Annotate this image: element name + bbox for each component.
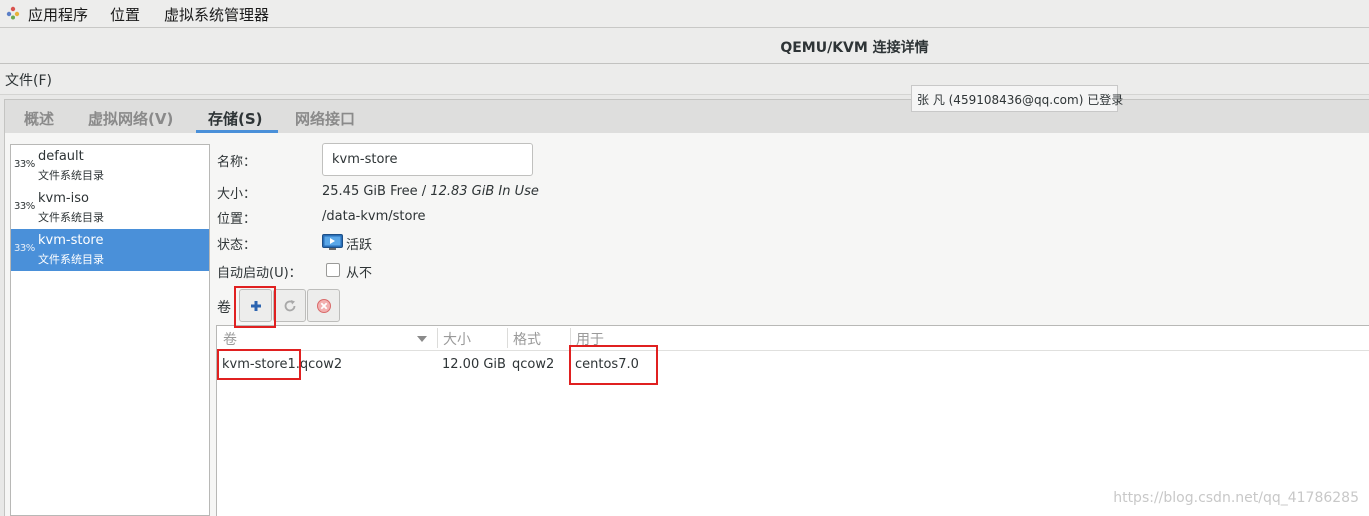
pool-item-kvm-store[interactable]: 33% kvm-store 文件系统目录 [11,229,209,271]
active-state-icon [322,234,343,250]
annotation-box-add [234,286,276,328]
pool-usage-icon: 33% [14,243,35,254]
pool-name: kvm-store [38,233,104,248]
pool-type: 文件系统目录 [38,253,104,266]
volumes-table-header: 卷 大小 格式 用于 [217,326,1369,351]
watermark-text: https://blog.csdn.net/qq_41786285 [1113,490,1359,506]
tab-virtual-networks[interactable]: 虚拟网络(V) [88,108,173,129]
pool-name: kvm-iso [38,191,89,206]
tab-storage[interactable]: 存储(S) [208,108,263,129]
window-title-bar: QEMU/KVM 连接详情 [0,28,1369,64]
volume-format: qcow2 [512,357,555,372]
pool-usage-icon: 33% [14,201,35,212]
pool-usage-icon: 33% [14,159,35,170]
column-header-format[interactable]: 格式 [513,329,541,349]
size-label: 大小： [217,187,257,202]
location-value: /data-kvm/store [322,209,426,224]
pool-item-default[interactable]: 33% default 文件系统目录 [11,145,209,187]
system-top-bar: 应用程序 位置 虚拟系统管理器 [0,0,1369,28]
column-separator [437,328,438,348]
location-label: 位置： [217,212,257,227]
annotation-box-used-by [569,345,658,385]
pool-name-field[interactable]: kvm-store [322,143,533,176]
refresh-volumes-button[interactable] [273,289,306,322]
annotation-box-volume [217,349,301,380]
pool-name: default [38,149,84,164]
column-header-size[interactable]: 大小 [443,329,471,349]
pool-item-kvm-iso[interactable]: 33% kvm-iso 文件系统目录 [11,187,209,229]
column-separator [507,328,508,348]
autostart-value: 从不 [346,266,373,281]
window-title: QEMU/KVM 连接详情 [780,40,929,56]
delete-icon [317,299,331,313]
autostart-label: 自动启动(U)： [217,266,302,281]
volumes-table[interactable] [216,325,1369,516]
autostart-checkbox[interactable] [326,263,340,277]
column-header-volume[interactable]: 卷 [223,329,237,349]
tab-network-interfaces[interactable]: 网络接口 [295,108,355,129]
applications-menu[interactable]: 应用程序 [28,4,88,25]
state-value: 活跃 [346,238,373,253]
volume-size: 12.00 GiB [442,357,506,372]
sort-down-icon [417,336,427,342]
pool-type: 文件系统目录 [38,169,104,182]
size-value: 25.45 GiB Free / 12.83 GiB In Use [322,184,539,199]
refresh-icon [284,300,296,312]
size-separator: / [417,184,431,199]
app-menu[interactable]: 虚拟系统管理器 [164,4,269,25]
state-label: 状态： [217,238,257,253]
volumes-label: 卷 [217,300,231,316]
size-free: 25.45 GiB Free [322,184,418,199]
pool-type: 文件系统目录 [38,211,104,224]
name-label: 名称： [217,155,257,170]
file-menu[interactable]: 文件(F) [5,70,52,90]
size-used: 12.83 GiB In Use [430,184,539,199]
menu-bar: 文件(F) [0,64,1369,95]
delete-volume-button[interactable] [307,289,340,322]
tab-overview[interactable]: 概述 [24,108,54,129]
tab-strip: 概述 虚拟网络(V) 存储(S) 网络接口 [4,99,1369,133]
places-menu[interactable]: 位置 [110,4,140,25]
login-tooltip: 张 凡 (459108436@qq.com) 已登录 [911,85,1123,112]
applications-icon[interactable] [6,6,20,20]
storage-pool-list[interactable]: 33% default 文件系统目录 33% kvm-iso 文件系统目录 33… [10,144,210,516]
